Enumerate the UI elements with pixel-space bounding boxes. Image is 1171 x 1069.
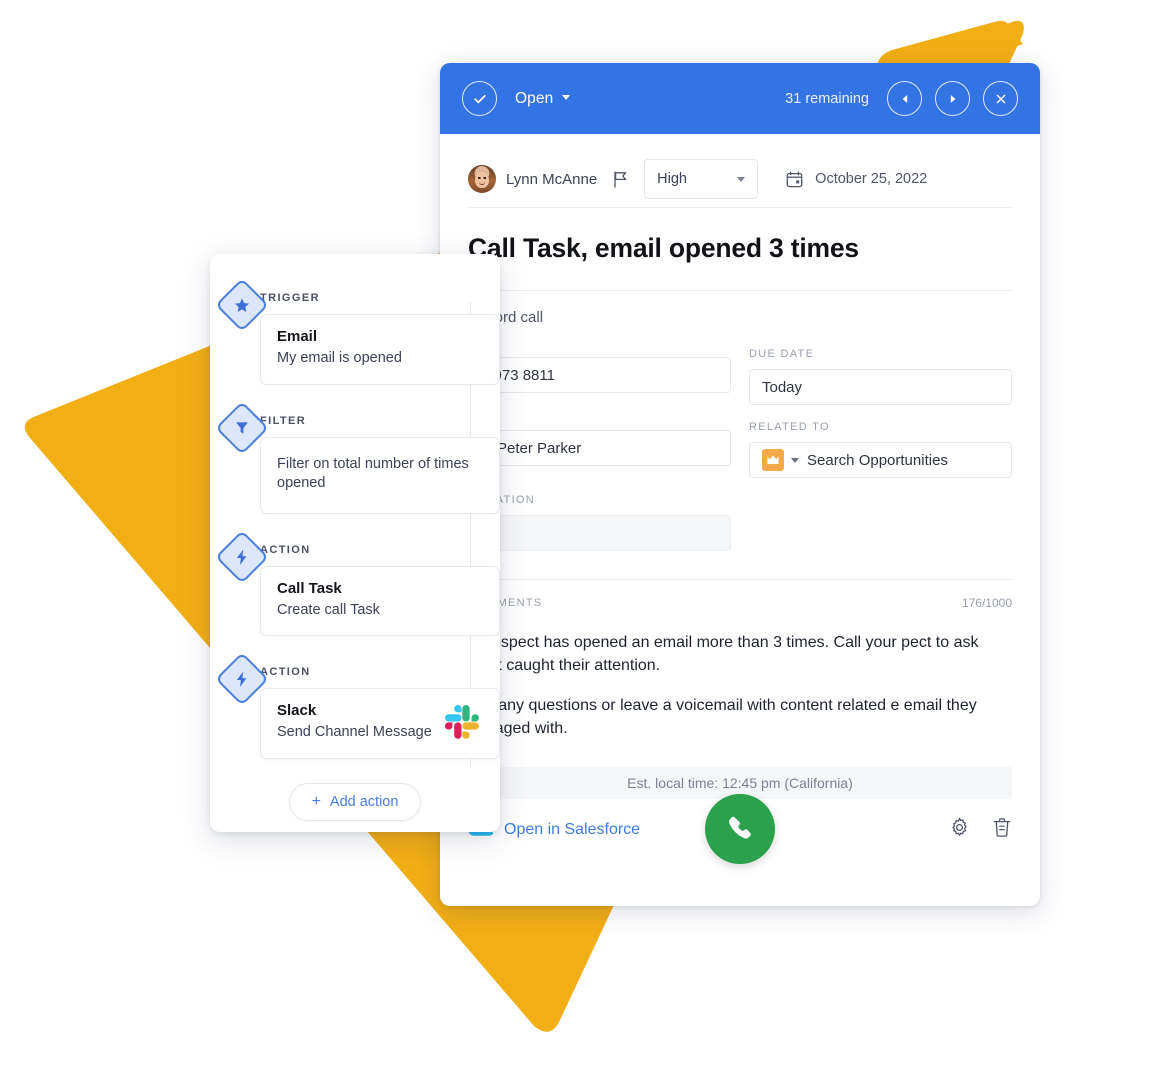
chevron-down-icon <box>737 176 746 182</box>
funnel-icon <box>236 421 248 434</box>
task-status-label: Open <box>515 89 554 107</box>
workflow-step-action-call-task[interactable]: ACTION Call Task Create call Task <box>210 529 500 637</box>
bolt-icon <box>237 548 247 565</box>
task-detail-card: Open 31 remaining Lynn McAnne High Octob… <box>440 63 1040 906</box>
task-owner-name: Lynn McAnne <box>506 170 598 188</box>
field-label: RELATED TO <box>749 421 830 433</box>
calendar-icon <box>786 171 803 187</box>
due-date-display[interactable]: October 25, 2022 <box>786 171 927 188</box>
salesforce-link-label: Open in Salesforce <box>504 820 641 838</box>
gear-icon <box>952 817 967 836</box>
avatar-eyes <box>478 177 486 179</box>
workflow-step-trigger[interactable]: TRIGGER Email My email is opened <box>210 278 500 385</box>
add-action-row: + Add action <box>210 782 500 821</box>
workflow-steps-list: TRIGGER Email My email is opened FILTER <box>210 254 500 832</box>
avatar <box>468 165 496 193</box>
step-kind-label: FILTER <box>260 414 307 427</box>
form-field-related-to: RELATED TO Search Opportunities <box>749 421 1012 478</box>
step-subtitle: Filter on total number of times opened <box>277 455 469 492</box>
field-label: DURATION <box>468 494 536 506</box>
remaining-count: 31 remaining <box>785 90 869 107</box>
avatar-face <box>475 172 489 188</box>
step-kind-label: ACTION <box>260 543 311 556</box>
step-card[interactable]: Call Task Create call Task <box>260 565 500 637</box>
comments-body[interactable]: r prospect has opened an email more than… <box>440 610 1040 741</box>
crown-icon <box>762 449 784 471</box>
step-kind-label: ACTION <box>260 666 311 679</box>
footer-icon-actions <box>949 817 1012 843</box>
previous-task-button[interactable] <box>887 81 922 116</box>
form-field-duration: DURATION <box>468 494 731 551</box>
contact-lookup-input[interactable]: Peter Parker <box>468 430 731 466</box>
header-actions: 31 remaining <box>785 81 1018 116</box>
phone-input[interactable]: 9 973 8811 <box>468 357 731 393</box>
step-title: Email <box>277 328 318 345</box>
task-status-dropdown[interactable]: Open <box>515 89 571 108</box>
step-card[interactable]: Filter on total number of times opened <box>260 436 500 514</box>
next-arrow-icon <box>950 94 955 103</box>
next-task-button[interactable] <box>935 81 970 116</box>
workflow-step-action-slack[interactable]: ACTION Slack Send Channel Message <box>210 652 500 759</box>
due-date-text: October 25, 2022 <box>815 171 928 187</box>
plus-icon: + <box>311 792 321 810</box>
due-date-input[interactable]: Today <box>749 369 1012 405</box>
task-card-footer: Open in Salesforce <box>440 793 1040 864</box>
task-meta-row: Lynn McAnne High October 25, 2022 <box>440 134 1040 207</box>
step-title: Call Task <box>277 579 342 597</box>
complete-task-button[interactable] <box>462 81 497 116</box>
contact-value: Peter Parker <box>497 439 582 457</box>
task-form: 9 973 8811 DUE DATE Today Peter Parker R… <box>440 326 1040 567</box>
step-subtitle: Create call Task <box>277 601 380 618</box>
slack-logo-icon <box>445 704 479 739</box>
form-field-spacer <box>749 494 1012 551</box>
phone-icon <box>729 816 751 839</box>
related-to-input[interactable]: Search Opportunities <box>749 442 1012 478</box>
workflow-builder-card: TRIGGER Email My email is opened FILTER <box>210 254 500 832</box>
trash-icon <box>993 818 1011 837</box>
step-subtitle: Send Channel Message <box>277 724 432 741</box>
form-field-due-date: DUE DATE Today <box>749 348 1012 405</box>
step-kind-label: TRIGGER <box>260 292 320 304</box>
close-icon <box>996 94 1005 103</box>
comment-paragraph-2: wer any questions or leave a voicemail w… <box>468 697 977 738</box>
previous-arrow-icon <box>902 94 907 103</box>
comments-header: COMMENTS 176/1000 <box>440 580 1040 610</box>
flag-icon[interactable] <box>613 171 628 188</box>
chevron-down-icon <box>791 457 799 463</box>
delete-button[interactable] <box>992 817 1012 843</box>
record-call-label: Record call <box>468 309 544 326</box>
step-card[interactable]: Email My email is opened <box>260 314 500 385</box>
chevron-down-icon <box>562 94 571 100</box>
related-to-value: Search Opportunities <box>807 451 948 469</box>
page-title: Call Task, email opened 3 times <box>468 233 859 263</box>
screenshot-stage: Open 31 remaining Lynn McAnne High Octob… <box>0 0 1171 1069</box>
star-icon <box>234 297 250 312</box>
comment-paragraph-1: r prospect has opened an email more than… <box>468 634 979 674</box>
character-counter: 176/1000 <box>961 596 1012 610</box>
close-task-button[interactable] <box>983 81 1018 116</box>
workflow-step-filter[interactable]: FILTER Filter on total number of times o… <box>210 400 500 514</box>
priority-select[interactable]: High <box>644 159 759 199</box>
task-card-header: Open 31 remaining <box>440 63 1040 134</box>
priority-value: High <box>657 171 687 187</box>
step-title: Slack <box>277 702 317 720</box>
duration-input[interactable] <box>468 515 731 551</box>
due-date-value: Today <box>762 378 803 396</box>
add-action-label: Add action <box>329 793 399 810</box>
step-subtitle: My email is opened <box>277 350 402 366</box>
bolt-icon <box>237 671 247 687</box>
settings-button[interactable] <box>949 817 970 843</box>
form-field-contact: Peter Parker <box>468 421 731 478</box>
form-field-phone: 9 973 8811 <box>468 348 731 405</box>
step-card[interactable]: Slack Send Channel Message <box>260 688 500 759</box>
add-action-button[interactable]: + Add action <box>288 782 422 821</box>
check-circle-icon <box>473 94 486 103</box>
field-label: DUE DATE <box>749 348 815 360</box>
call-button[interactable] <box>705 793 775 864</box>
